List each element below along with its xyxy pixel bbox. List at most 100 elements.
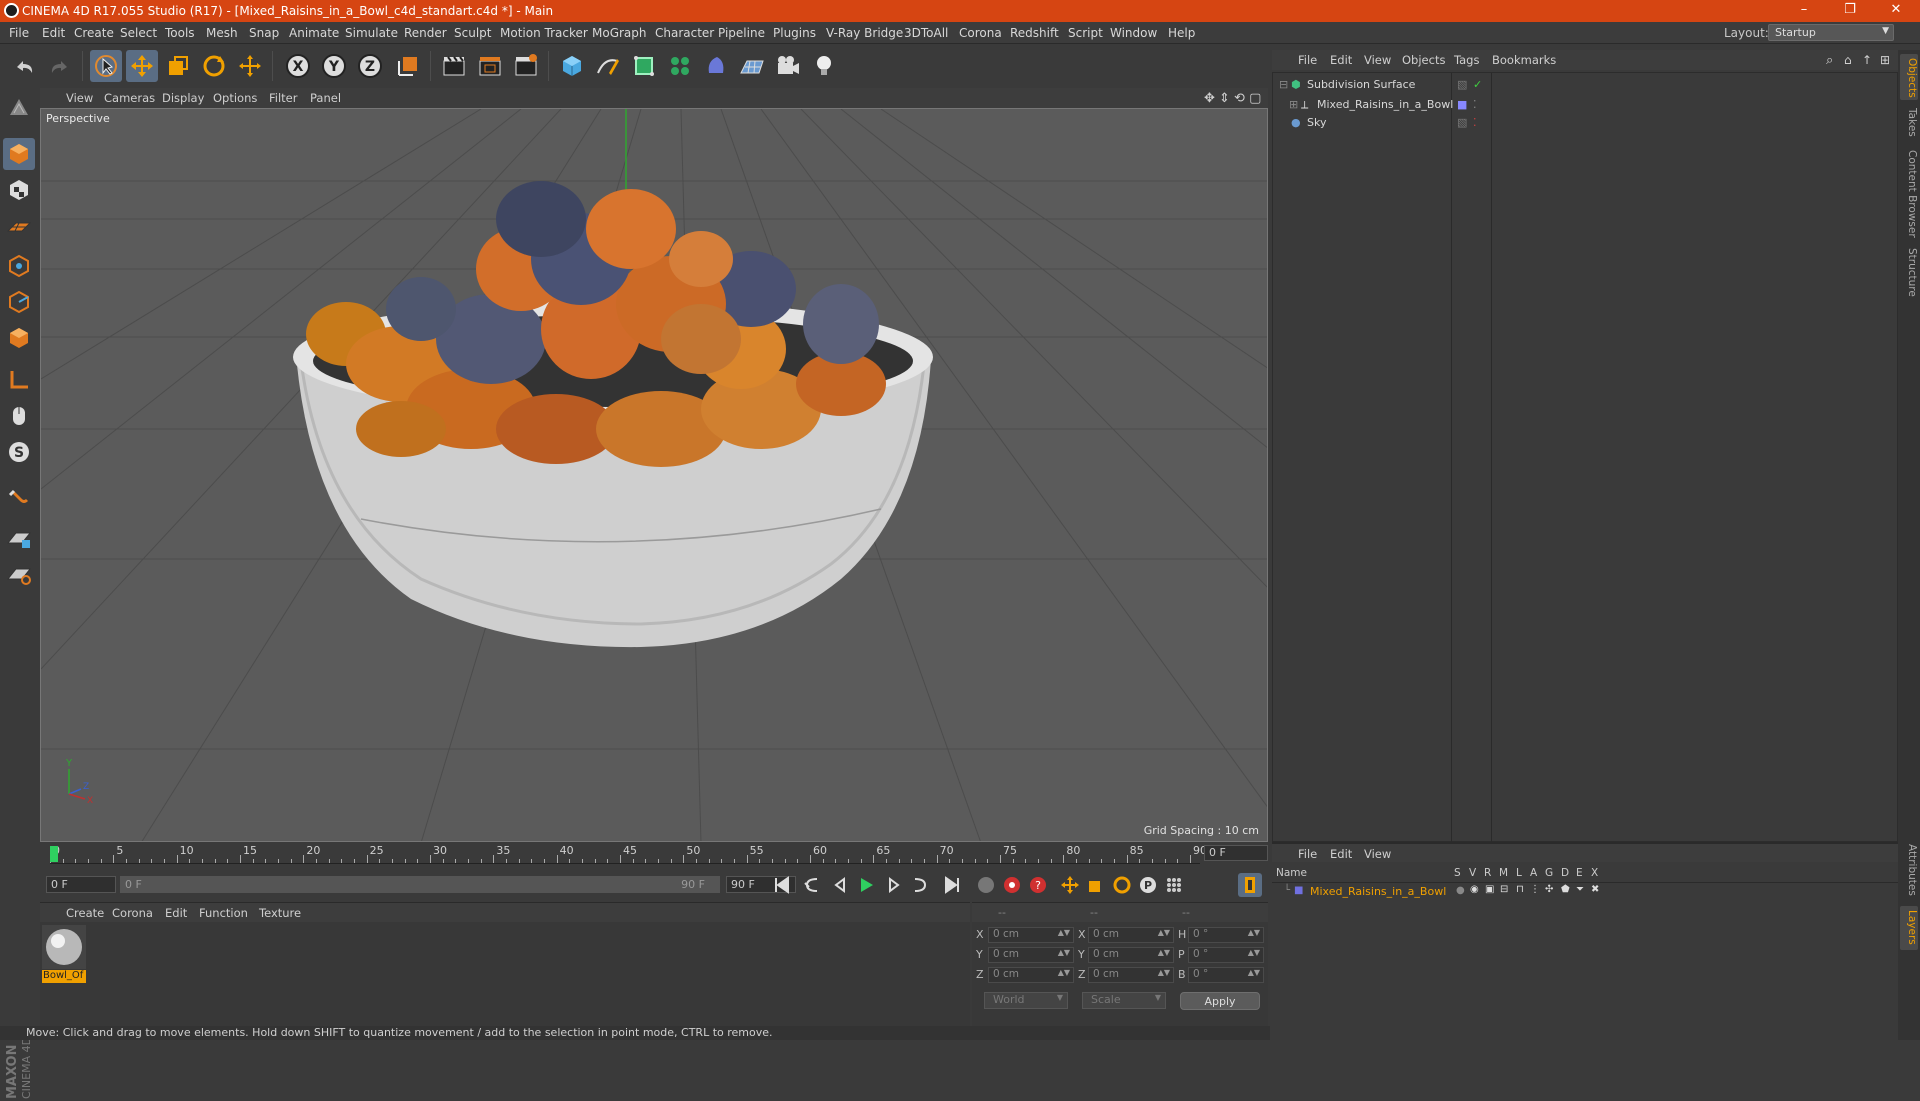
layer-header-expressions[interactable]: E: [1576, 867, 1583, 879]
menu-animate[interactable]: Animate: [289, 26, 339, 40]
tab-attributes[interactable]: Attributes: [1900, 840, 1918, 902]
menu-sculpt[interactable]: Sculpt: [454, 26, 491, 40]
visibility-dots-icon[interactable]: ⁚: [1473, 98, 1477, 111]
next-key-button[interactable]: [908, 873, 932, 897]
menu-pipeline[interactable]: Pipeline: [718, 26, 765, 40]
menu-file[interactable]: File: [9, 26, 29, 40]
workplane-mode-button[interactable]: [3, 210, 35, 242]
spinner-icon[interactable]: ▲▼: [1158, 948, 1170, 957]
viewport-menu-view[interactable]: View: [66, 91, 93, 105]
objects-menu-view[interactable]: View: [1364, 53, 1391, 67]
z-axis-lock-button[interactable]: Z: [354, 50, 386, 82]
layer-row[interactable]: └ ■ Mixed_Raisins_in_a_Bowl ● ◉ ▣ ⊟ ⊓ ⋮ …: [1272, 884, 1898, 900]
material-menu-create[interactable]: Create: [66, 906, 104, 920]
perspective-viewport[interactable]: Y Z X Perspective Grid Spacing : 10 cm: [40, 108, 1268, 842]
visibility-dots-icon[interactable]: ▧: [1457, 78, 1467, 91]
layers-menu-view[interactable]: View: [1364, 847, 1391, 861]
visibility-red-dots-icon[interactable]: ⁚: [1473, 116, 1477, 129]
pos-y-field[interactable]: 0 cm ▲▼: [988, 947, 1074, 963]
magnet-button[interactable]: [3, 482, 35, 514]
add-floor-button[interactable]: [736, 50, 768, 82]
layer-header-solo[interactable]: S: [1454, 867, 1461, 879]
rotate-tool-button[interactable]: [198, 50, 230, 82]
lock-icon[interactable]: ⊓: [1516, 884, 1524, 895]
points-mode-button[interactable]: [3, 250, 35, 282]
spinner-icon[interactable]: ▲▼: [1058, 928, 1070, 937]
menu-script[interactable]: Script: [1068, 26, 1103, 40]
coordinate-system-button[interactable]: [392, 50, 424, 82]
texture-mode-button[interactable]: [3, 174, 35, 206]
spinner-icon[interactable]: ▲▼: [1248, 948, 1260, 957]
material-thumbnail[interactable]: [42, 925, 86, 969]
rot-p-field[interactable]: 0 ° ▲▼: [1188, 947, 1264, 963]
pos-z-field[interactable]: 0 cm ▲▼: [988, 967, 1074, 983]
rot-h-field[interactable]: 0 ° ▲▼: [1188, 927, 1264, 943]
add-deformer-button[interactable]: [700, 50, 732, 82]
layout-select[interactable]: Startup ▼: [1768, 24, 1894, 41]
new-view-icon[interactable]: ⊞: [1880, 53, 1890, 67]
render-camera-icon[interactable]: ▣: [1485, 884, 1494, 895]
menu-help[interactable]: Help: [1168, 26, 1195, 40]
add-mograph-button[interactable]: [664, 50, 696, 82]
material-menu-edit[interactable]: Edit: [165, 906, 187, 920]
pos-x-field[interactable]: 0 cm ▲▼: [988, 927, 1074, 943]
tab-content-browser[interactable]: Content Browser: [1900, 146, 1918, 240]
key-scale-button[interactable]: [1084, 873, 1108, 897]
apply-button[interactable]: Apply: [1180, 992, 1260, 1010]
add-spline-button[interactable]: [592, 50, 624, 82]
make-editable-button[interactable]: [3, 92, 35, 124]
menu-create[interactable]: Create: [74, 26, 114, 40]
objects-menu-edit[interactable]: Edit: [1330, 53, 1352, 67]
viewport-nav-icons[interactable]: ✥ ⇕ ⟲ ▢: [1204, 91, 1261, 106]
layer-header-view[interactable]: V: [1469, 867, 1476, 879]
generator-icon[interactable]: ✣: [1545, 884, 1553, 895]
layer-header-name[interactable]: Name: [1276, 867, 1307, 879]
key-pla-button[interactable]: [1162, 873, 1186, 897]
objects-menu-objects[interactable]: Objects: [1402, 53, 1445, 67]
menu-render[interactable]: Render: [404, 26, 447, 40]
spinner-icon[interactable]: ▲▼: [1158, 928, 1170, 937]
current-frame-field[interactable]: 0 F: [1204, 845, 1268, 861]
go-to-end-button[interactable]: [940, 873, 964, 897]
layers-menu-edit[interactable]: Edit: [1330, 847, 1352, 861]
viewport-menu-options[interactable]: Options: [213, 91, 257, 105]
spinner-icon[interactable]: ▲▼: [1248, 968, 1260, 977]
x-axis-lock-button[interactable]: X: [282, 50, 314, 82]
objects-menu-bookmarks[interactable]: Bookmarks: [1492, 53, 1556, 67]
menu-redshift[interactable]: Redshift: [1010, 26, 1059, 40]
layers-menu-file[interactable]: File: [1298, 847, 1317, 861]
snap-button[interactable]: S: [3, 436, 35, 468]
render-view-button[interactable]: [438, 50, 470, 82]
size-x-field[interactable]: 0 cm ▲▼: [1088, 927, 1174, 943]
material-menu-texture[interactable]: Texture: [259, 906, 301, 920]
expand-icon[interactable]: ⊞: [1289, 98, 1298, 111]
render-region-button[interactable]: [474, 50, 506, 82]
go-to-start-button[interactable]: [770, 873, 794, 897]
coordinate-mode-dropdown[interactable]: World ▼: [984, 992, 1068, 1009]
menu-motion-tracker[interactable]: Motion Tracker: [500, 26, 588, 40]
layer-color-icon[interactable]: ■: [1294, 885, 1303, 896]
menu-select[interactable]: Select: [120, 26, 157, 40]
layer-manager[interactable]: Name S V R M L A G D E X └ ■ Mixed_Raisi…: [1272, 864, 1898, 1040]
spinner-icon[interactable]: ▲▼: [1058, 948, 1070, 957]
object-name[interactable]: Mixed_Raisins_in_a_Bowl: [1317, 98, 1453, 111]
menu-simulate[interactable]: Simulate: [345, 26, 398, 40]
layer-header-generators[interactable]: G: [1545, 867, 1553, 879]
record-off-button[interactable]: [974, 873, 998, 897]
menu-plugins[interactable]: Plugins: [773, 26, 816, 40]
previous-key-button[interactable]: [800, 873, 824, 897]
polygons-mode-button[interactable]: [3, 322, 35, 354]
menu-vray-bridge[interactable]: V-Ray Bridge: [826, 26, 903, 40]
viewport-menu-cameras[interactable]: Cameras: [104, 91, 155, 105]
playhead[interactable]: [50, 846, 58, 862]
locked-workplane-button[interactable]: [3, 522, 35, 554]
add-light-button[interactable]: [808, 50, 840, 82]
menu-tools[interactable]: Tools: [165, 26, 195, 40]
material-name-label[interactable]: Bowl_Of: [42, 970, 86, 983]
menu-character[interactable]: Character: [655, 26, 714, 40]
object-manager[interactable]: ⊟ ⬢ Subdivision Surface ▧ ✓ ⊞ ⟂ Mixed_Ra…: [1272, 72, 1898, 843]
add-camera-button[interactable]: [772, 50, 804, 82]
minimize-button[interactable]: –: [1784, 2, 1824, 17]
axis-mode-button[interactable]: [3, 364, 35, 396]
restore-button[interactable]: ❐: [1830, 2, 1870, 17]
